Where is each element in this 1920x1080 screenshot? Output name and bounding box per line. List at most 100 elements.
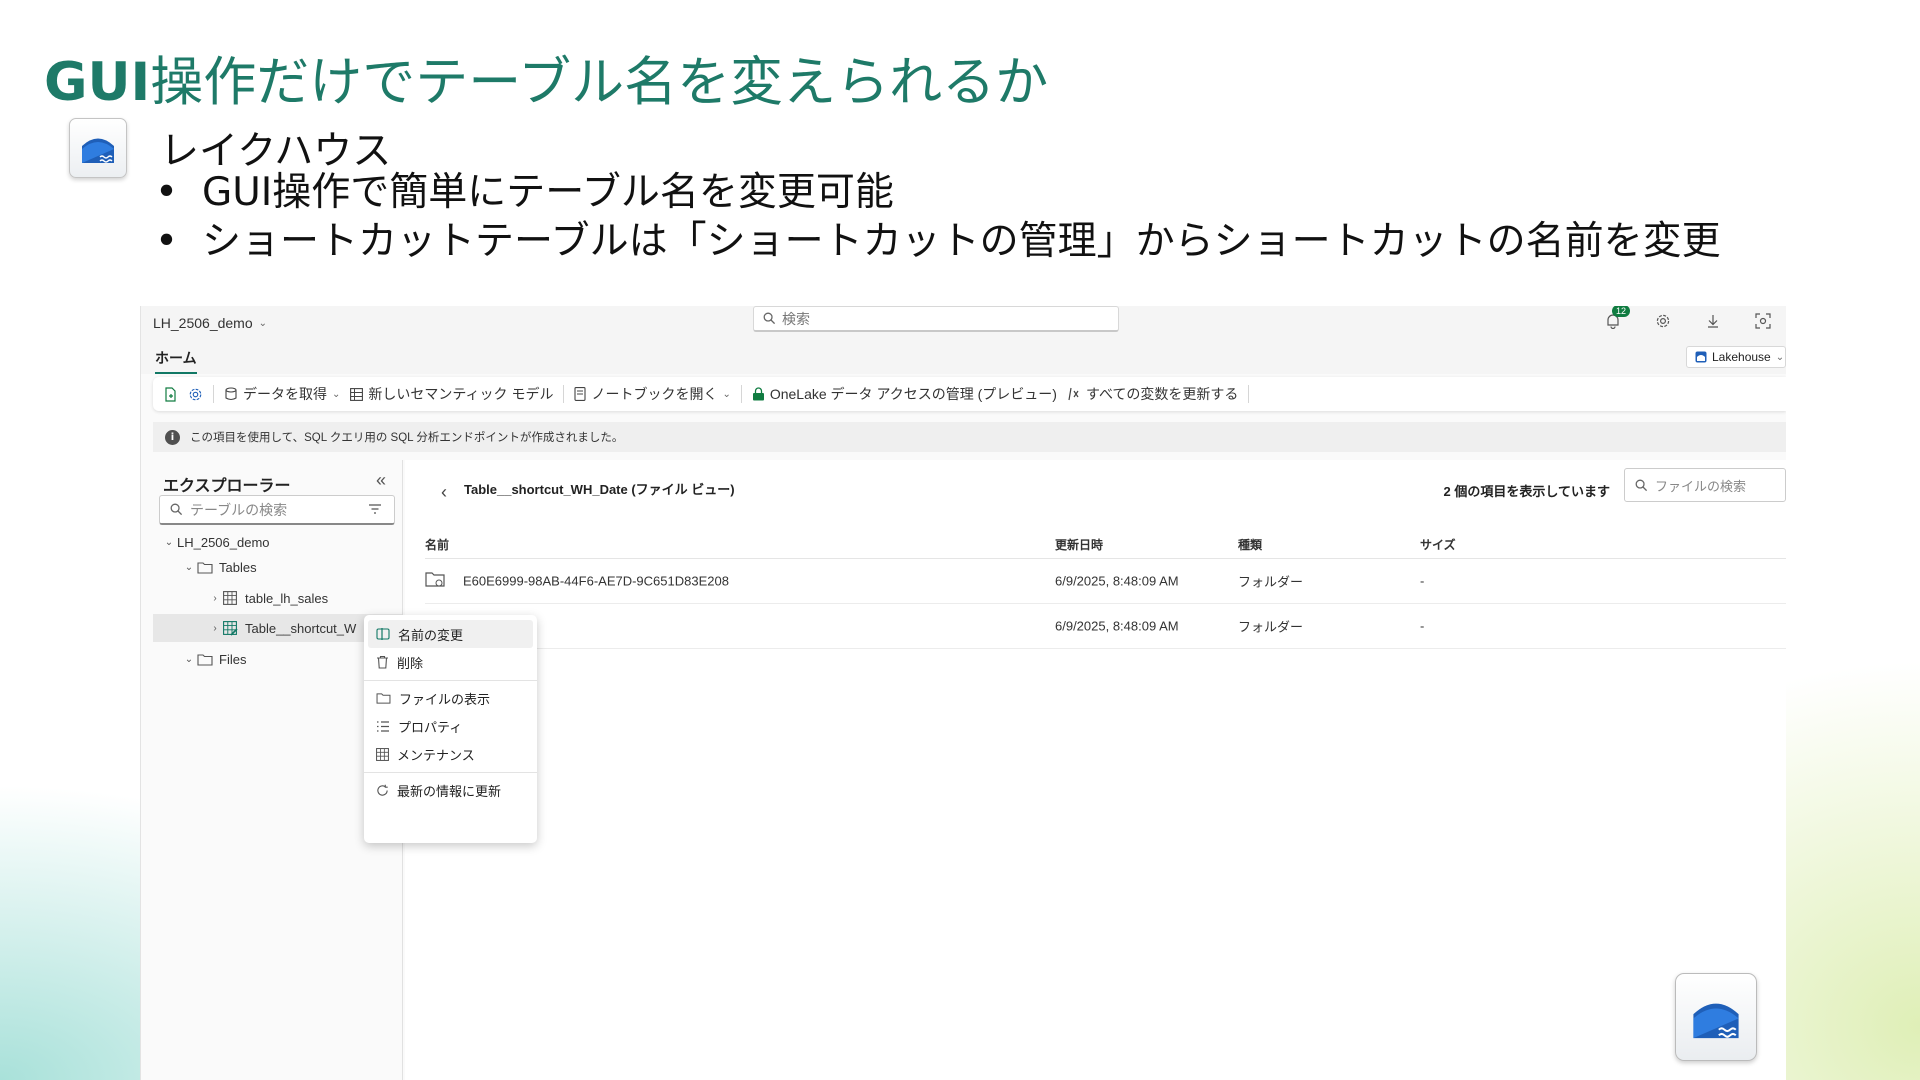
menu-label-delete: 削除 <box>397 655 424 671</box>
menu-item-maintenance[interactable]: メンテナンス <box>368 740 533 768</box>
menu-item-delete[interactable]: 削除 <box>368 648 533 676</box>
table-search-placeholder: テーブルの検索 <box>190 501 288 518</box>
feedback-icon[interactable] <box>1752 310 1774 332</box>
gear-icon <box>189 388 202 400</box>
search-icon <box>1635 479 1648 491</box>
variable-refresh-icon <box>1068 387 1079 401</box>
search-placeholder: 検索 <box>782 310 810 327</box>
refresh-all-label: すべての変数を更新する <box>1085 386 1239 402</box>
chevron-down-icon: ⌄ <box>164 536 174 548</box>
menu-item-view-files[interactable]: ファイルの表示 <box>368 684 533 712</box>
get-data-button[interactable]: データを取得 ⌄ <box>224 384 340 404</box>
top-bar: LH_2506_demo ⌄ 検索 12 <box>141 306 1786 340</box>
menu-item-refresh[interactable]: 最新の情報に更新 <box>368 776 533 804</box>
chevron-down-icon: ⌄ <box>184 561 194 573</box>
file-view-title: Table__shortcut_WH_Date (ファイル ビュー) <box>464 482 735 497</box>
workspace-switcher[interactable]: LH_2506_demo ⌄ <box>153 315 267 331</box>
table-search-input[interactable]: テーブルの検索 <box>159 495 395 525</box>
folder-link-icon <box>425 571 445 591</box>
lakehouse-badge-icon <box>69 118 127 178</box>
workspace-name: LH_2506_demo <box>153 315 253 331</box>
ribbon-tabs: ホーム <box>141 340 1786 374</box>
search-icon <box>170 503 183 516</box>
row-type: フォルダー <box>1238 574 1304 590</box>
tree-node-root[interactable]: ⌄ LH_2506_demo <box>153 528 402 556</box>
collapse-icon[interactable]: « <box>376 470 386 491</box>
toolbar-divider <box>213 385 214 403</box>
column-header-modified[interactable]: 更新日時 <box>1055 536 1103 553</box>
chevron-down-icon: ⌄ <box>722 388 731 400</box>
file-view-pane: ‹ Table__shortcut_WH_Date (ファイル ビュー) 2 個… <box>405 460 1786 1080</box>
list-icon <box>377 720 389 732</box>
notification-count: 12 <box>1611 306 1630 317</box>
onelake-access-button[interactable]: OneLake データ アクセスの管理 (プレビュー) <box>752 384 1057 404</box>
tab-home[interactable]: ホーム <box>155 348 197 374</box>
global-search-input[interactable]: 検索 <box>753 306 1119 332</box>
chevron-down-icon: ⌄ <box>332 388 341 400</box>
table-row[interactable]: 9 6/9/2025, 8:48:09 AM フォルダー - <box>425 604 1786 649</box>
database-icon <box>225 387 237 401</box>
table-header: 名前 更新日時 種類 サイズ <box>425 532 1786 559</box>
bullet-list: GUI操作で簡単にテーブル名を変更可能 ショートカットテーブルは「ショートカット… <box>155 168 1721 266</box>
table-icon <box>350 387 364 401</box>
row-modified: 6/9/2025, 8:48:09 AM <box>1055 618 1179 634</box>
menu-label-rename: 名前の変更 <box>398 627 464 643</box>
column-header-name[interactable]: 名前 <box>425 536 449 553</box>
filter-icon[interactable] <box>368 503 382 515</box>
column-header-size[interactable]: サイズ <box>1420 536 1456 553</box>
table-row[interactable]: E60E6999-98AB-44F6-AE7D-9C651D83E208 6/9… <box>425 559 1786 604</box>
bell-icon[interactable]: 12 <box>1602 306 1630 332</box>
top-icons: 12 <box>1602 306 1774 332</box>
explorer-title: エクスプローラー <box>163 478 291 495</box>
tree-label-tables: Tables <box>219 559 257 575</box>
open-notebook-button[interactable]: ノートブックを開く ⌄ <box>574 384 731 404</box>
row-type: フォルダー <box>1238 619 1304 635</box>
folder-icon <box>376 693 391 704</box>
rename-icon <box>376 628 390 640</box>
tree-label-table1: table_lh_sales <box>245 590 329 606</box>
item-type-label: Lakehouse <box>1712 350 1771 364</box>
folder-icon <box>197 561 219 574</box>
new-semantic-model-button[interactable]: 新しいセマンティック モデル <box>350 384 553 404</box>
lock-icon <box>752 387 764 401</box>
lakehouse-icon <box>1695 351 1707 363</box>
chevron-right-icon: › <box>213 622 217 634</box>
slide-title-gui: GUI <box>44 52 151 113</box>
row-modified: 6/9/2025, 8:48:09 AM <box>1055 573 1179 589</box>
download-icon[interactable] <box>1702 310 1724 332</box>
bullet-item: GUI操作で簡単にテーブル名を変更可能 <box>155 168 1721 217</box>
tree-node-tables[interactable]: ⌄ Tables <box>153 553 402 581</box>
refresh-all-button[interactable]: すべての変数を更新する <box>1067 384 1238 404</box>
chevron-right-icon: › <box>213 592 217 604</box>
new-item-button[interactable] <box>163 386 178 402</box>
lakehouse-logo-icon <box>1675 973 1757 1061</box>
menu-label-maintenance: メンテナンス <box>397 747 475 763</box>
settings-button[interactable] <box>188 387 203 402</box>
menu-item-rename[interactable]: 名前の変更 <box>368 620 533 648</box>
shortcut-table-icon <box>223 620 245 636</box>
trash-icon <box>377 655 388 669</box>
info-message: この項目を使用して、SQL クエリ用の SQL 分析エンドポイントが作成されまし… <box>190 432 624 444</box>
chevron-down-icon: ⌄ <box>1775 351 1785 363</box>
fabric-screenshot: LH_2506_demo ⌄ 検索 12 ホーム Lakehouse ⌄ データ… <box>140 306 1786 1080</box>
context-menu: 名前の変更 削除 ファイルの表示 プロパティ メンテナンス 最新の情報に更新 <box>364 615 537 843</box>
slide-title: GUI操作だけでテーブル名を変えられるか <box>44 40 1048 116</box>
bullet-item: ショートカットテーブルは「ショートカットの管理」からショートカットの名前を変更 <box>155 217 1721 266</box>
back-icon[interactable]: ‹ <box>441 482 447 503</box>
tree-node-table-lh-sales[interactable]: › table_lh_sales <box>153 584 402 612</box>
info-bar: i この項目を使用して、SQL クエリ用の SQL 分析エンドポイントが作成され… <box>153 422 1786 452</box>
row-name: E60E6999-98AB-44F6-AE7D-9C651D83E208 <box>463 573 729 589</box>
gear-icon[interactable] <box>1652 310 1674 332</box>
file-search-input[interactable]: ファイルの検索 <box>1624 468 1786 502</box>
toolbar-divider <box>563 385 565 403</box>
search-icon <box>763 312 776 325</box>
toolbar-divider <box>740 385 742 403</box>
menu-item-properties[interactable]: プロパティ <box>368 712 533 740</box>
column-header-type[interactable]: 種類 <box>1238 536 1262 553</box>
menu-label-refresh: 最新の情報に更新 <box>397 783 502 799</box>
new-semantic-model-label: 新しいセマンティック モデル <box>368 386 554 402</box>
menu-divider <box>364 772 537 773</box>
chevron-down-icon: ⌄ <box>184 653 194 665</box>
menu-label-view-files: ファイルの表示 <box>399 691 491 707</box>
item-type-select[interactable]: Lakehouse ⌄ <box>1686 346 1786 368</box>
